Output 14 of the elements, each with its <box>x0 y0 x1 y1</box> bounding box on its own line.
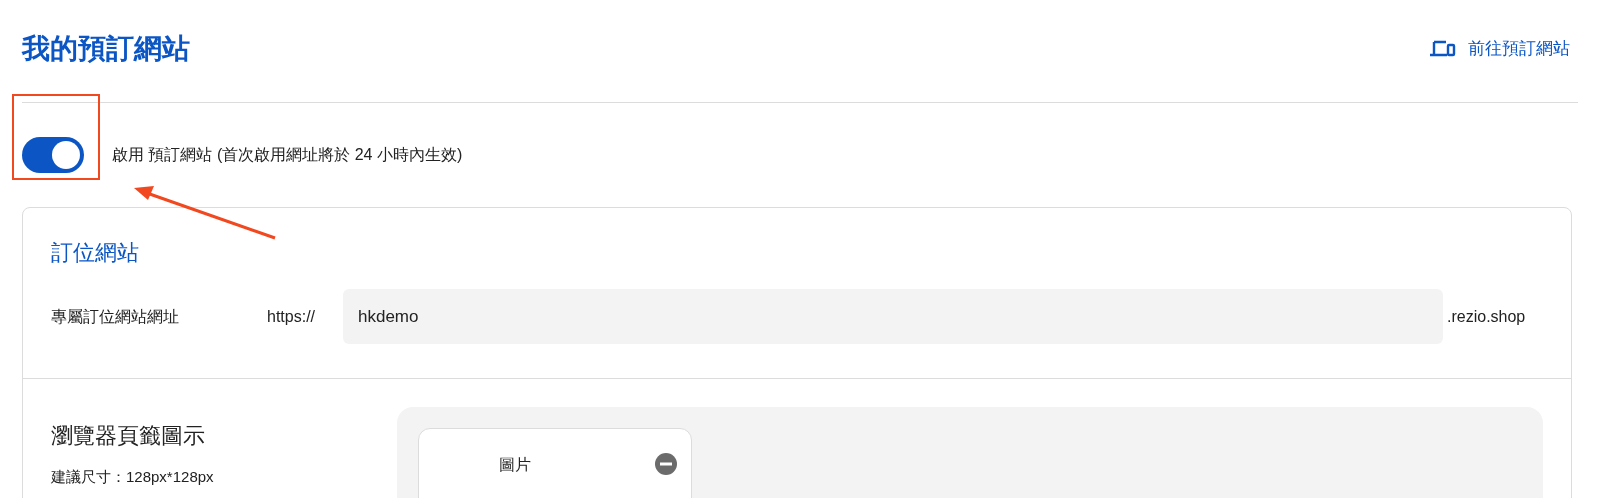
section-title: 訂位網站 <box>51 239 140 267</box>
enable-label: 啟用 預訂網站 (首次啟用網址將於 24 小時內生效) <box>112 145 463 165</box>
url-label: 專屬訂位網站網址 <box>51 306 180 327</box>
devices-icon <box>1430 40 1456 58</box>
visit-site-link[interactable]: 前往預訂網站 <box>1430 36 1570 62</box>
url-prefix: https:// <box>267 306 317 327</box>
subdomain-field[interactable]: hkdemo <box>343 289 1443 344</box>
url-suffix: .rezio.shop <box>1447 306 1526 327</box>
page-title: 我的預訂網站 <box>22 32 190 66</box>
image-label: 圖片 <box>499 455 531 475</box>
section-title: 瀏覽器頁籤圖示 <box>51 422 206 450</box>
enable-toggle[interactable] <box>22 137 84 173</box>
remove-icon[interactable] <box>655 453 677 475</box>
size-hint: 建議尺寸：128px*128px <box>51 467 215 487</box>
